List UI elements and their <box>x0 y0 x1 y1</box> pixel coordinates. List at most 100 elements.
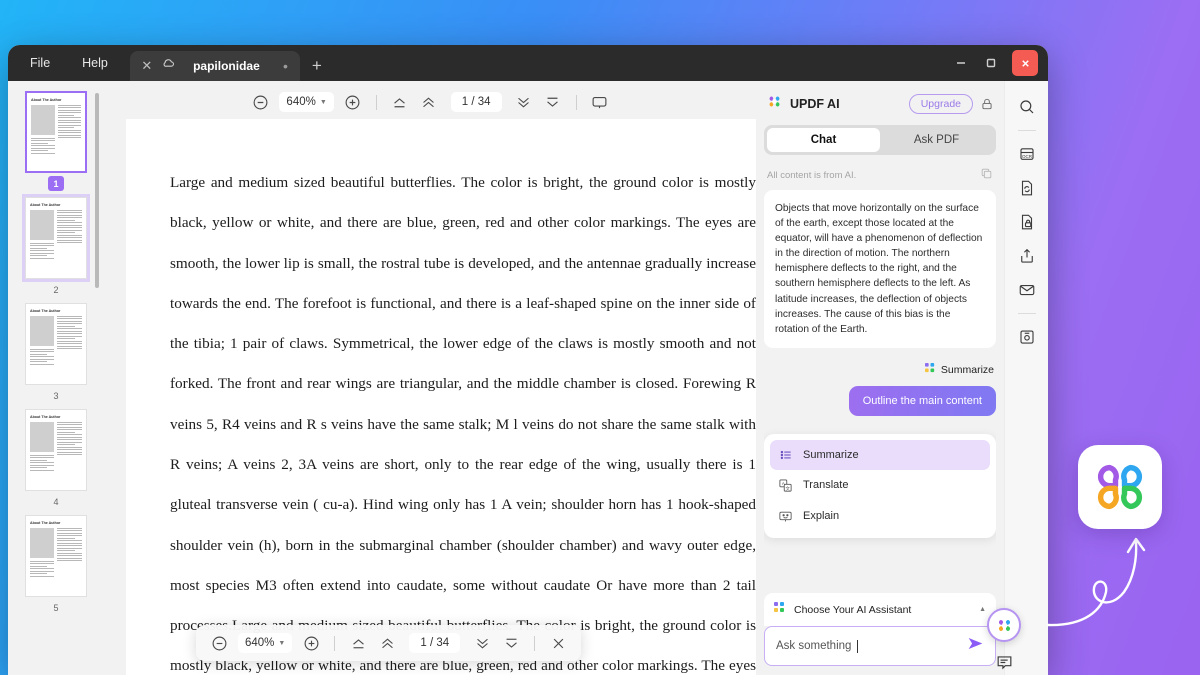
tab-menu-icon[interactable]: • <box>279 58 292 74</box>
float-zoom-out-button[interactable] <box>206 630 232 656</box>
email-icon[interactable] <box>1013 276 1041 304</box>
menu-option-translate[interactable]: A 文 Translate <box>770 470 990 501</box>
menu-help[interactable]: Help <box>66 45 124 81</box>
tab-chat[interactable]: Chat <box>767 128 880 152</box>
float-close-button[interactable] <box>545 630 571 656</box>
updf-ai-logo-icon <box>766 93 783 115</box>
float-zoom-in-button[interactable] <box>298 630 324 656</box>
thumb-line <box>57 330 82 332</box>
thumbnail-sidebar[interactable]: About The Author 1 About The Author 2 About … <box>8 81 104 675</box>
thumbnail-caption <box>30 349 54 365</box>
last-page-button[interactable] <box>540 89 566 115</box>
float-previous-page-button[interactable] <box>374 630 400 656</box>
thumb-line <box>57 210 82 211</box>
new-tab-button[interactable]: + <box>300 51 334 81</box>
thumb-line <box>57 224 82 226</box>
thumbnail-page-2[interactable]: About The Author 2 <box>22 194 90 297</box>
user-message-bubble: Outline the main content <box>848 385 996 416</box>
ask-input-box[interactable]: Ask something <box>764 626 996 666</box>
thumbnail-scrollbar[interactable] <box>95 93 99 288</box>
menu-file[interactable]: File <box>14 45 66 81</box>
upgrade-button[interactable]: Upgrade <box>908 94 973 114</box>
zoom-out-button[interactable] <box>247 89 273 115</box>
ocr-icon[interactable]: OCR <box>1013 140 1041 168</box>
updf-logo-badge[interactable] <box>1078 445 1162 529</box>
thumb-line <box>57 232 75 234</box>
thumb-line <box>57 545 82 547</box>
float-last-page-button[interactable] <box>498 630 524 656</box>
thumb-line <box>57 217 82 219</box>
document-tab[interactable]: ✕ papilonidae • <box>129 51 300 81</box>
cloud-icon <box>162 57 175 75</box>
convert-icon[interactable] <box>1013 174 1041 202</box>
page-indicator[interactable]: 1 / 34 <box>450 92 502 112</box>
previous-page-button[interactable] <box>416 89 442 115</box>
close-button[interactable] <box>1012 50 1038 76</box>
thumb-line <box>30 467 47 469</box>
ai-fab-button[interactable] <box>987 608 1021 642</box>
thumb-line <box>57 537 75 539</box>
thumb-line <box>58 127 75 129</box>
assistant-selector-label: Choose Your AI Assistant <box>794 603 912 616</box>
thumb-line <box>57 320 82 322</box>
thumb-line <box>31 150 48 152</box>
svg-text:A: A <box>782 481 785 486</box>
float-zoom-level-value: 640% <box>245 637 275 649</box>
tab-ask-pdf[interactable]: Ask PDF <box>880 128 993 152</box>
thumbnail-page-4[interactable]: About The Author 4 <box>25 409 87 509</box>
thumb-line <box>57 348 82 350</box>
assistant-selector[interactable]: Choose Your AI Assistant ▲ <box>764 593 996 626</box>
thumb-line <box>57 242 82 244</box>
float-next-page-button[interactable] <box>469 630 495 656</box>
translate-icon: A文 <box>778 478 793 493</box>
document-viewer: 640% ▼ 1 / 34 Large and medium sized bea… <box>104 81 756 675</box>
tab-close-icon[interactable]: ✕ <box>138 57 156 75</box>
menu-option-label: Translate <box>803 479 849 492</box>
next-page-button[interactable] <box>511 89 537 115</box>
thumb-line <box>58 119 81 121</box>
thumbnail-page-5[interactable]: About The Author 5 <box>25 515 87 615</box>
search-icon[interactable] <box>1013 93 1041 121</box>
thumbnail-image <box>31 105 55 154</box>
maximize-button[interactable] <box>976 50 1006 76</box>
thumbnail-text <box>57 316 82 365</box>
zoom-level-select[interactable]: 640% ▼ <box>279 92 334 112</box>
zoom-in-button[interactable] <box>340 89 366 115</box>
thumb-line <box>31 140 55 142</box>
ai-disclaimer-text: All content is from AI. <box>767 169 857 181</box>
presentation-mode-button[interactable] <box>587 89 613 115</box>
thumb-line <box>58 114 75 116</box>
thumbnail-page-1[interactable]: About The Author 1 <box>25 91 87 191</box>
zoom-level-value: 640% <box>286 96 316 108</box>
comment-fab-icon[interactable] <box>992 650 1016 674</box>
ask-input[interactable]: Ask something <box>776 639 961 653</box>
float-zoom-level-select[interactable]: 640% ▼ <box>238 633 293 653</box>
send-icon[interactable] <box>967 636 984 656</box>
thumbnail-page-3[interactable]: About The Author 3 <box>25 303 87 403</box>
thumb-line <box>57 454 82 456</box>
menu-option-summarize[interactable]: Summarize <box>770 439 990 470</box>
thumbnail-heading: About The Author <box>30 521 61 525</box>
ask-input-placeholder: Ask something <box>776 640 852 652</box>
document-page: Large and medium sized beautiful butterf… <box>126 119 756 675</box>
minimize-button[interactable] <box>946 50 976 76</box>
thumb-line <box>57 528 82 529</box>
ai-message-bubble: Objects that move horizontally on the su… <box>764 190 996 348</box>
document-area[interactable]: Large and medium sized beautiful butterf… <box>104 119 756 675</box>
menu-option-explain[interactable]: Explain <box>770 501 990 532</box>
float-page-indicator[interactable]: 1 / 34 <box>409 633 461 653</box>
viewer-toolbar: 640% ▼ 1 / 34 <box>104 85 756 119</box>
copy-icon[interactable] <box>980 167 993 183</box>
save-icon[interactable] <box>1013 323 1041 351</box>
summarize-tag: Summarize <box>764 361 994 379</box>
thumb-line <box>57 446 82 448</box>
lock-icon[interactable] <box>980 97 994 111</box>
thumbnail-text <box>58 105 81 154</box>
thumb-line <box>31 152 55 154</box>
thumbnail-list: About The Author 1 About The Author 2 About … <box>8 91 104 621</box>
float-first-page-button[interactable] <box>345 630 371 656</box>
first-page-button[interactable] <box>387 89 413 115</box>
share-icon[interactable] <box>1013 242 1041 270</box>
thumb-line <box>57 219 75 221</box>
protect-icon[interactable] <box>1013 208 1041 236</box>
